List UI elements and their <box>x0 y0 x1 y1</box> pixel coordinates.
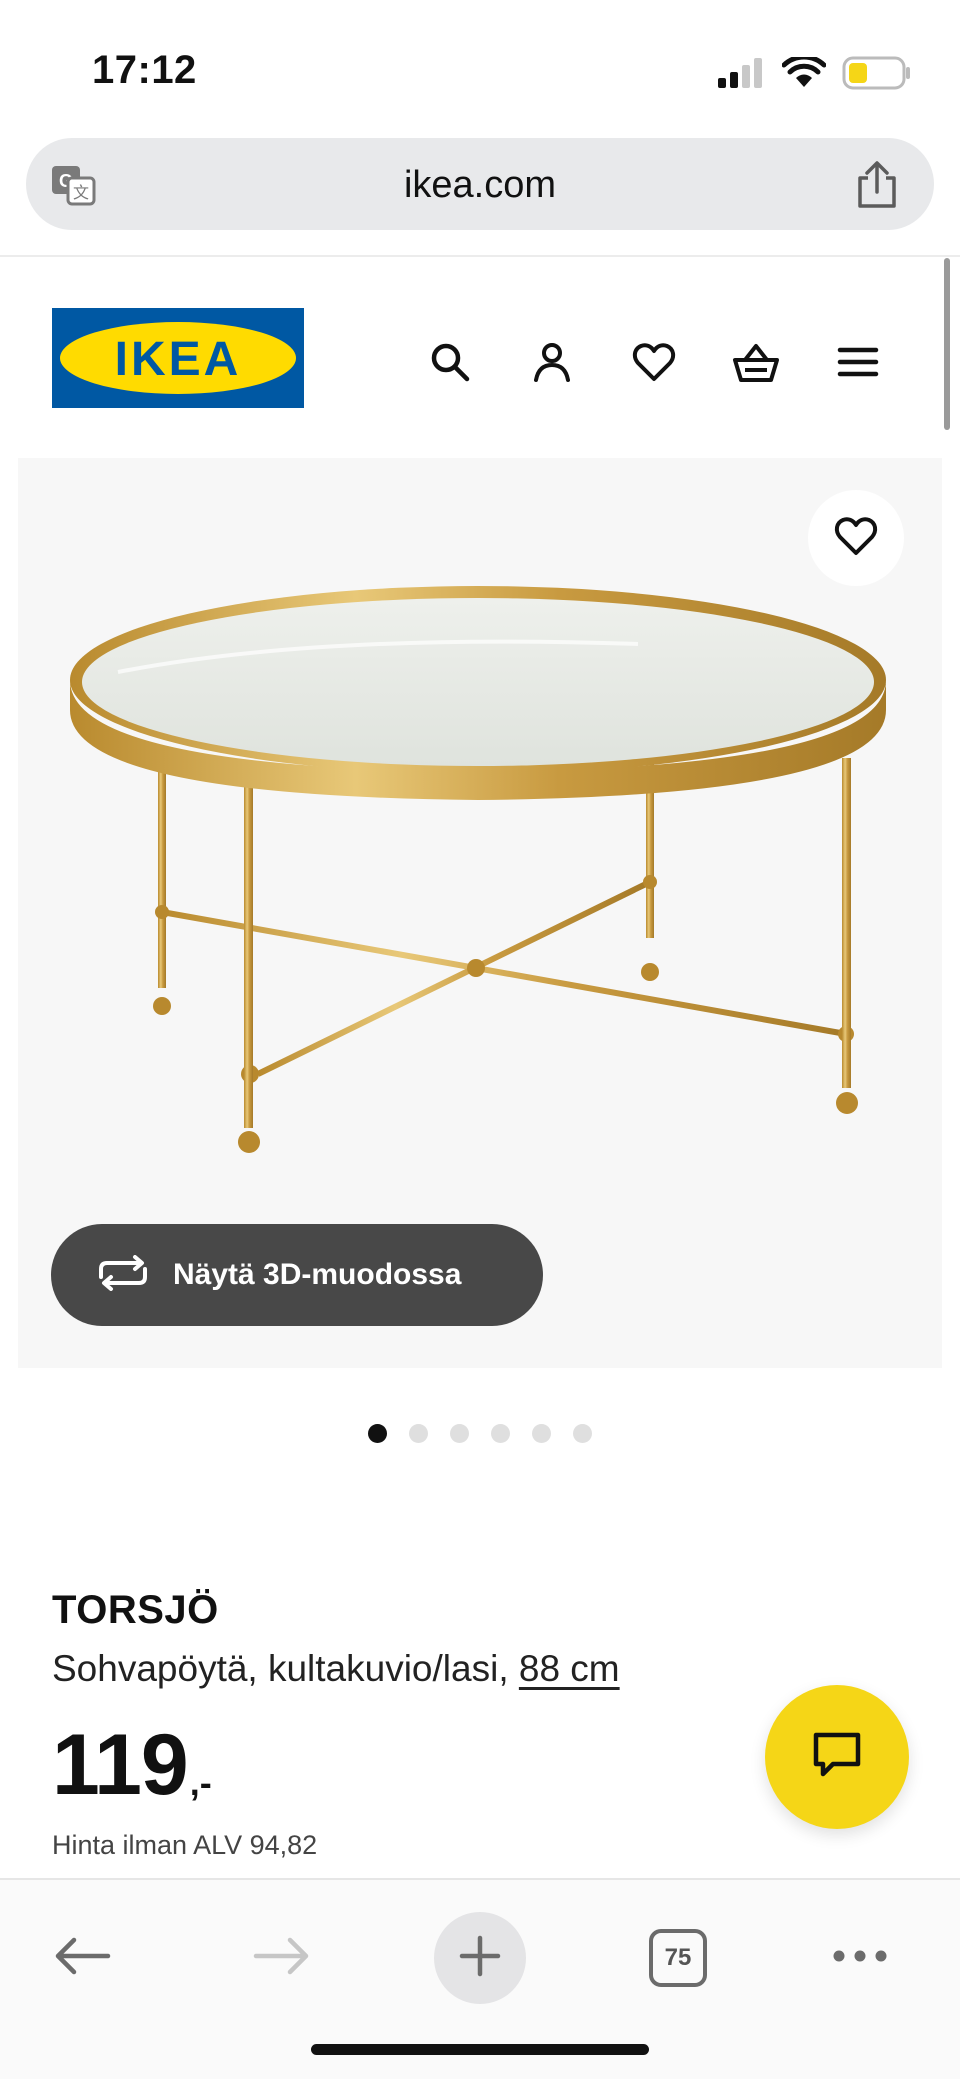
chat-icon <box>811 1730 863 1785</box>
wifi-icon <box>781 54 827 94</box>
product-description-text: Sohvapöytä, kultakuvio/lasi, <box>52 1648 509 1689</box>
menu-icon[interactable] <box>826 330 890 394</box>
search-icon[interactable] <box>418 330 482 394</box>
pagination-dot[interactable] <box>368 1424 387 1443</box>
view-3d-button[interactable]: Näytä 3D-muodossa <box>51 1224 543 1326</box>
divider <box>0 255 960 257</box>
home-indicator[interactable] <box>311 2044 649 2055</box>
share-icon[interactable] <box>854 160 900 215</box>
price-suffix: ,- <box>189 1762 212 1803</box>
pagination-dot[interactable] <box>491 1424 510 1443</box>
tab-count: 75 <box>649 1929 707 1987</box>
status-icons <box>718 54 912 95</box>
pagination-dot[interactable] <box>532 1424 551 1443</box>
status-time: 17:12 <box>92 48 197 92</box>
url-text[interactable]: ikea.com <box>26 164 934 207</box>
basket-icon[interactable] <box>724 330 788 394</box>
back-arrow-icon <box>52 1934 112 1983</box>
product-size-link[interactable]: 88 cm <box>519 1648 620 1689</box>
ikea-logo-text: IKEA <box>114 333 242 386</box>
back-button[interactable] <box>36 1912 128 2004</box>
forward-arrow-icon <box>252 1934 312 1983</box>
product-name: TORSJÖ <box>52 1588 219 1632</box>
header-actions <box>418 330 890 394</box>
pagination-dot[interactable] <box>409 1424 428 1443</box>
pagination-dot[interactable] <box>450 1424 469 1443</box>
status-bar: 17:12 <box>0 0 960 130</box>
battery-low-icon <box>842 56 912 95</box>
heart-icon[interactable] <box>622 330 686 394</box>
new-tab-button[interactable] <box>434 1912 526 2004</box>
image-pagination <box>368 1424 592 1443</box>
price-integer: 119 <box>52 1717 189 1813</box>
page-scrollbar[interactable] <box>944 258 950 430</box>
ikea-logo[interactable]: IKEA <box>52 308 304 408</box>
cellular-signal-icon <box>718 58 766 93</box>
account-icon[interactable] <box>520 330 584 394</box>
more-button[interactable] <box>814 1912 906 2004</box>
address-bar[interactable]: G 文 ikea.com <box>26 138 934 230</box>
pagination-dot[interactable] <box>573 1424 592 1443</box>
price-vat-note: Hinta ilman ALV 94,82 <box>52 1830 318 1860</box>
more-icon <box>832 1949 888 1968</box>
favourite-button[interactable] <box>808 490 904 586</box>
plus-icon <box>458 1934 502 1983</box>
product-price: 119 ,- <box>52 1722 212 1808</box>
product-description: Sohvapöytä, kultakuvio/lasi, 88 cm <box>52 1648 620 1690</box>
rotate-3d-icon <box>95 1254 151 1296</box>
chat-button[interactable] <box>765 1685 909 1829</box>
heart-icon <box>833 515 879 562</box>
forward-button[interactable] <box>236 1912 328 2004</box>
view-3d-label: Näytä 3D-muodossa <box>173 1258 462 1291</box>
tabs-button[interactable]: 75 <box>632 1912 724 2004</box>
